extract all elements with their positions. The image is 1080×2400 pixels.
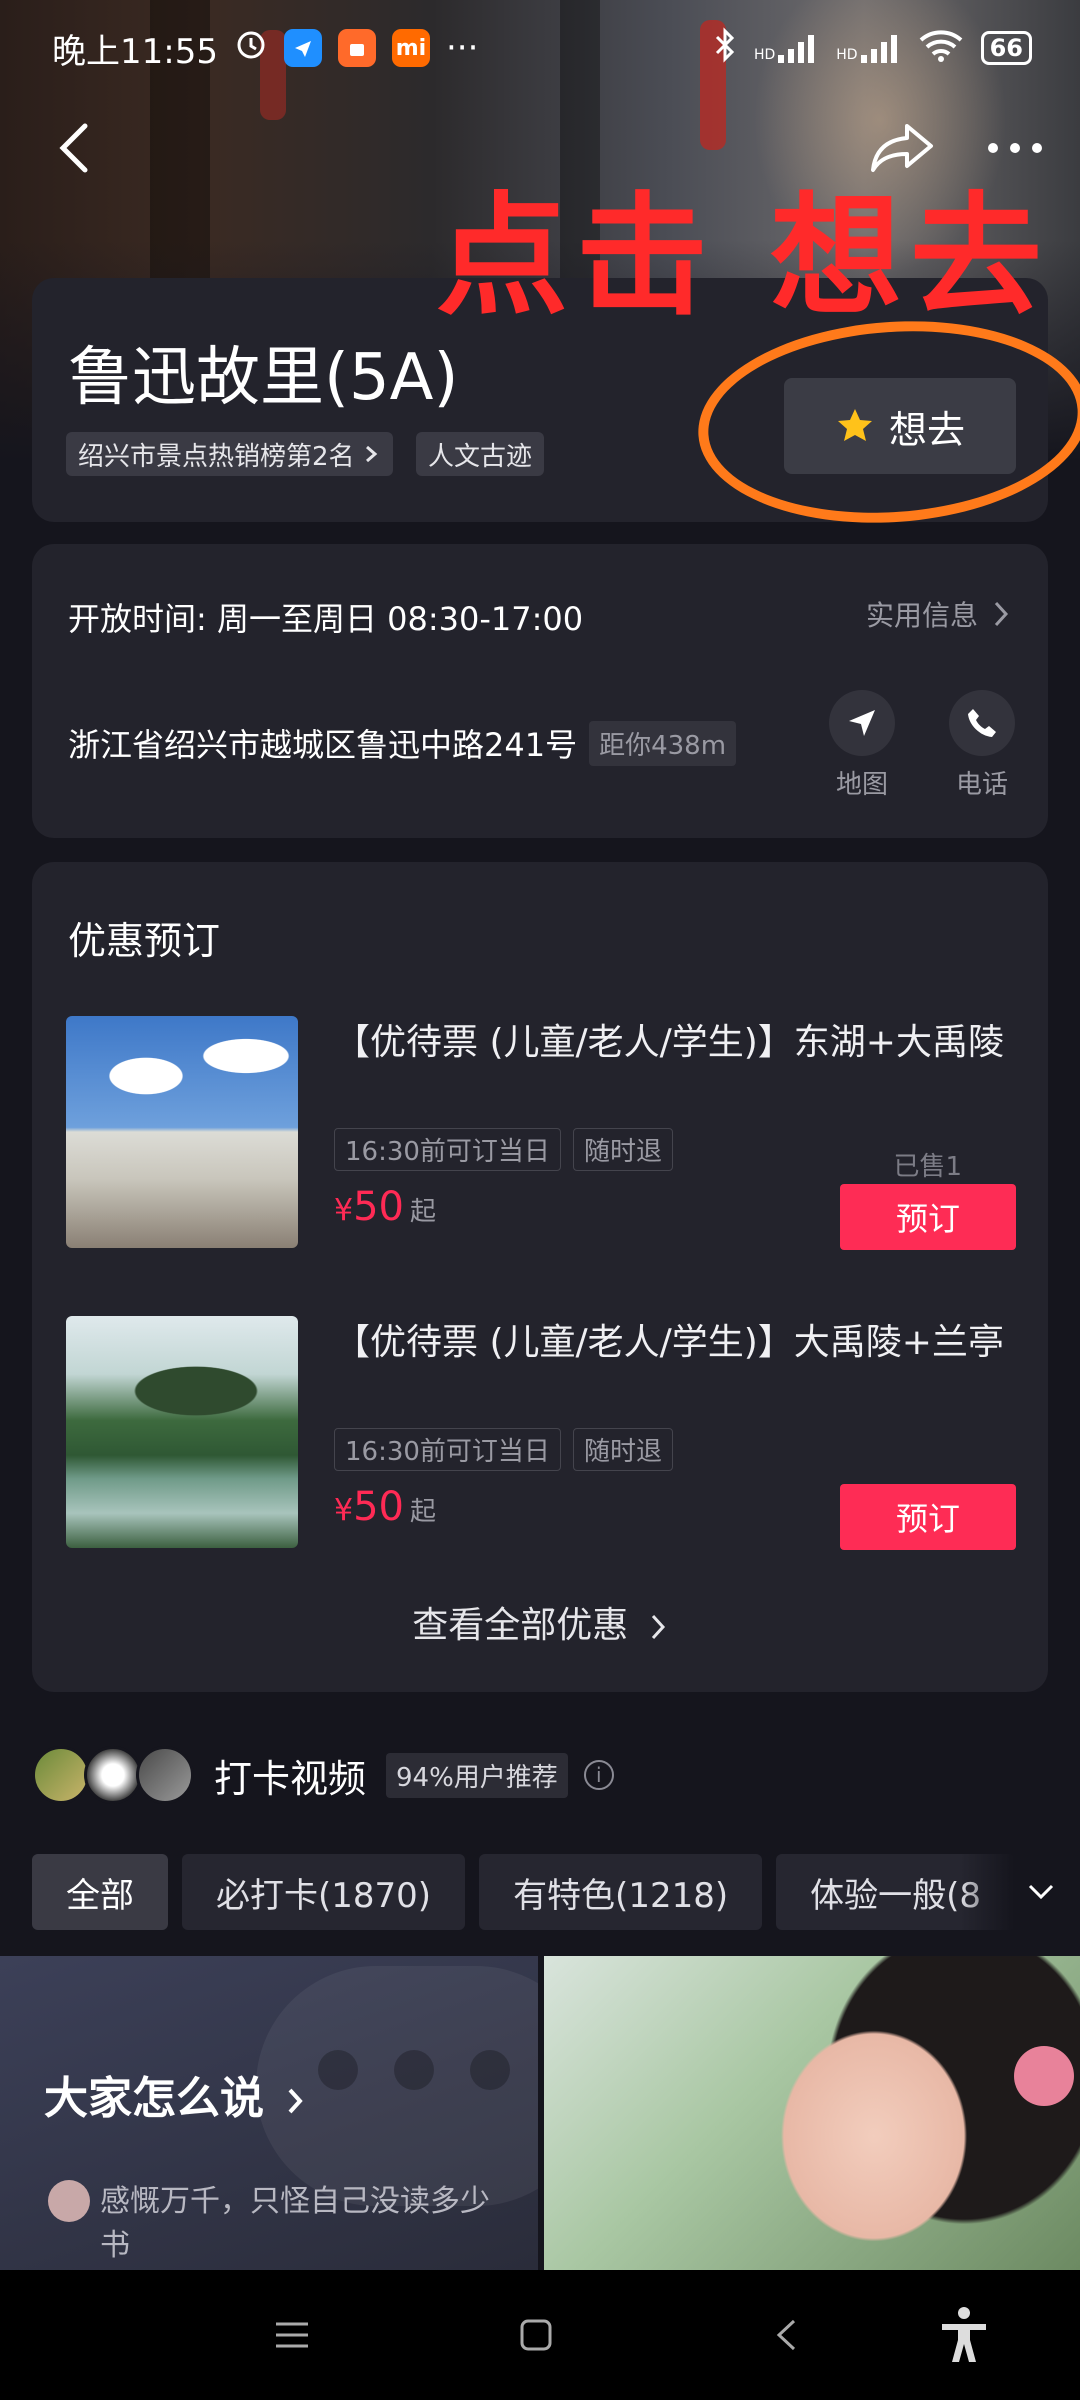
chevron-left-icon	[59, 123, 88, 173]
rank-tag-label: 绍兴市景点热销榜第2名	[78, 441, 355, 472]
phone-icon	[949, 690, 1015, 756]
signal-hd-label: HD	[753, 47, 776, 63]
price-value: 50	[353, 1184, 404, 1230]
avatar	[48, 2180, 90, 2222]
opening-hours: 开放时间: 周一至周日 08:30-17:00	[68, 600, 584, 638]
everyone-says-label: 大家怎么说	[44, 2073, 264, 2124]
bluetooth-icon	[714, 26, 736, 70]
avatar	[84, 1746, 142, 1804]
battery-indicator: 66	[980, 31, 1032, 65]
bubble-dot	[394, 2050, 434, 2090]
refund-chip: 随时退	[572, 1128, 673, 1171]
checkin-videos-title: 打卡视频	[214, 1756, 367, 1801]
recommend-badge: 94%用户推荐	[386, 1752, 568, 1798]
deals-card: 优惠预订 【优待票 (儿童/老人/学生)】东湖+大禹陵 16:30前可订当日 随…	[32, 862, 1048, 1692]
deal-item[interactable]: 【优待票 (儿童/老人/学生)】大禹陵+兰亭 16:30前可订当日 随时退 ¥5…	[66, 1316, 1016, 1550]
back-nav-icon[interactable]	[756, 2310, 816, 2360]
currency-symbol: ¥	[334, 1493, 354, 1528]
chevron-right-icon	[288, 2088, 304, 2114]
phone-button[interactable]: 电话	[946, 690, 1018, 801]
signal-hd-label: HD	[836, 47, 858, 63]
checkin-videos-header: 打卡视频 94%用户推荐 i	[32, 1744, 614, 1806]
currency-symbol: ¥	[334, 1193, 354, 1228]
chevron-right-icon	[651, 1614, 665, 1640]
deal-item[interactable]: 【优待票 (儿童/老人/学生)】东湖+大禹陵 16:30前可订当日 随时退 ¥5…	[66, 1016, 1016, 1250]
info-icon[interactable]: i	[583, 1760, 614, 1790]
mi-app-icon: mi	[391, 29, 430, 67]
status-bar: 晚上11:55 mi ··· HD HD 66	[0, 0, 1080, 96]
map-button[interactable]: 地图	[826, 690, 898, 801]
booking-time-chip: 16:30前可订当日	[334, 1428, 561, 1471]
avatar	[136, 1746, 194, 1804]
address-text: 浙江省绍兴市越城区鲁迅中路241号	[68, 726, 578, 764]
navigation-arrow-icon	[829, 690, 895, 756]
expand-filters-button[interactable]	[960, 1854, 1080, 1930]
avatar	[32, 1746, 90, 1804]
category-tag[interactable]: 人文古迹	[416, 432, 545, 476]
chevron-right-icon	[365, 445, 377, 463]
filter-distinctive[interactable]: 有特色(1218)	[479, 1854, 763, 1930]
signal-icon: HD	[754, 33, 818, 63]
attraction-info-card: 开放时间: 周一至周日 08:30-17:00 实用信息 浙江省绍兴市越城区鲁迅…	[32, 544, 1048, 838]
app-notification-icon	[283, 29, 322, 67]
map-label: 地图	[835, 770, 888, 800]
video-thumbnail[interactable]	[544, 1956, 1080, 2270]
avatar-group	[32, 1746, 194, 1804]
wifi-icon	[919, 28, 963, 69]
more-notifications-icon: ···	[445, 28, 479, 68]
see-all-deals-label: 查看全部优惠	[412, 1605, 629, 1646]
everyone-says-tile[interactable]: 大家怎么说 感慨万千，只怪自己没读多少书	[0, 1956, 538, 2270]
book-button[interactable]: 预订	[840, 1484, 1016, 1550]
rank-tag[interactable]: 绍兴市景点热销榜第2名	[66, 432, 393, 476]
refund-chip: 随时退	[572, 1428, 673, 1471]
phone-label: 电话	[955, 770, 1008, 800]
annotation-text: 点击 想去	[436, 180, 1050, 334]
system-navigation-bar	[0, 2270, 1080, 2400]
sold-count: 已售1	[893, 1152, 962, 1182]
shopping-app-icon	[337, 29, 376, 67]
filter-must-visit[interactable]: 必打卡(1870)	[182, 1854, 466, 1930]
attraction-title: 鲁迅故里(5A)	[68, 341, 459, 415]
distance-badge: 距你438m	[589, 720, 737, 766]
useful-info-label: 实用信息	[865, 599, 978, 632]
accessibility-icon[interactable]	[934, 2307, 994, 2362]
price-value: 50	[353, 1484, 404, 1530]
chevron-down-icon	[1028, 1884, 1054, 1900]
address-row: 浙江省绍兴市越城区鲁迅中路241号 距你438m	[68, 720, 737, 766]
status-time: 晚上11:55	[52, 31, 218, 72]
back-button[interactable]	[44, 118, 104, 178]
signal-icon: HD	[836, 33, 900, 63]
home-icon[interactable]	[506, 2310, 566, 2360]
see-all-deals-link[interactable]: 查看全部优惠	[32, 1596, 1048, 1648]
comment-preview: 感慨万千，只怪自己没读多少书	[48, 2180, 500, 2268]
alarm-icon	[234, 27, 268, 70]
price-from-label: 起	[410, 1497, 437, 1527]
deal-price: ¥50 起	[334, 1184, 436, 1230]
menu-icon[interactable]	[262, 2310, 322, 2360]
deal-thumbnail	[66, 1316, 298, 1548]
deals-section-title: 优惠预订	[68, 919, 221, 963]
price-from-label: 起	[410, 1197, 437, 1227]
video-filter-bar: 全部 必打卡(1870) 有特色(1218) 体验一般(8	[32, 1854, 1048, 1930]
deal-price: ¥50 起	[334, 1484, 436, 1530]
book-button[interactable]: 预订	[840, 1184, 1016, 1250]
deal-thumbnail	[66, 1016, 298, 1248]
bubble-dot	[318, 2050, 358, 2090]
deal-title: 【优待票 (儿童/老人/学生)】东湖+大禹陵	[334, 1022, 1004, 1063]
deal-title: 【优待票 (儿童/老人/学生)】大禹陵+兰亭	[334, 1322, 1004, 1363]
comment-text: 感慨万千，只怪自己没读多少书	[100, 2184, 490, 2263]
bubble-dot	[470, 2050, 510, 2090]
useful-info-link[interactable]: 实用信息	[866, 594, 1010, 634]
booking-time-chip: 16:30前可订当日	[334, 1128, 561, 1171]
chevron-right-icon	[994, 601, 1009, 627]
flower-decoration	[1014, 2046, 1074, 2106]
everyone-says-title: 大家怎么说	[44, 2062, 305, 2126]
filter-all[interactable]: 全部	[32, 1854, 168, 1930]
